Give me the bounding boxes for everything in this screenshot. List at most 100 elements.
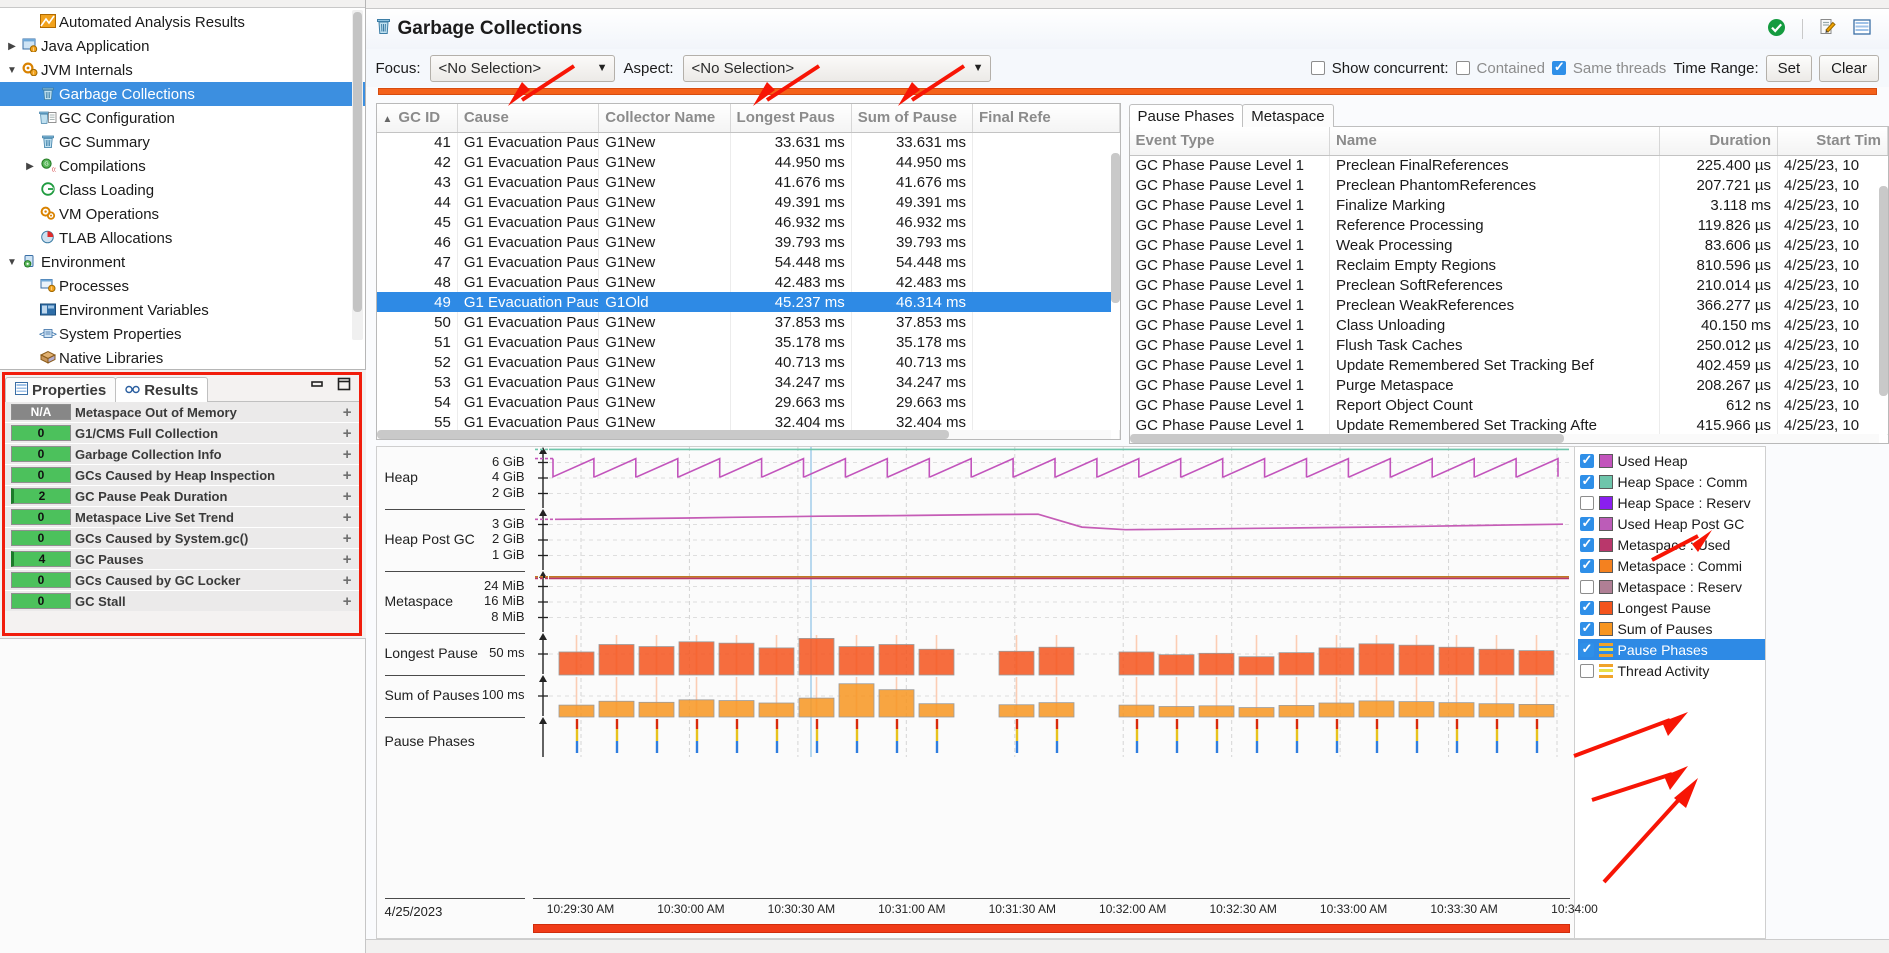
result-row[interactable]: 0 G1/CMS Full Collection + — [5, 423, 359, 443]
phase-table-row[interactable]: GC Phase Pause Level 1 Preclean PhantomRe… — [1129, 175, 1888, 195]
result-row[interactable]: N/A Metaspace Out of Memory + — [5, 402, 359, 422]
result-expand-button[interactable]: + — [343, 425, 352, 442]
sidebar-item-native-libraries[interactable]: ▶Native Libraries — [0, 346, 365, 369]
gc-table-row[interactable]: 46 G1 Evacuation Paus G1New 39.793 ms 39.793… — [376, 232, 1120, 252]
legend-checkbox[interactable] — [1579, 599, 1594, 615]
tab-properties[interactable]: Properties — [5, 377, 117, 402]
gc-column-header[interactable]: Cause — [457, 104, 600, 133]
result-expand-button[interactable]: + — [343, 551, 352, 568]
gc-table-header-row[interactable]: ▲ GC ID Cause Collector Name Longest Paus Sum… — [376, 104, 1120, 133]
gc-table-row[interactable]: 47 G1 Evacuation Paus G1New 54.448 ms 54.448… — [376, 252, 1120, 272]
legend-item-used-heap[interactable]: Used Heap — [1578, 450, 1765, 471]
phase-column-header[interactable]: Event Type — [1129, 127, 1330, 156]
sidebar-item-processes[interactable]: ▶iProcesses — [0, 274, 365, 298]
phase-table-row[interactable]: GC Phase Pause Level 1 Report Object Coun… — [1129, 395, 1888, 415]
gc-table-row[interactable]: 55 G1 Evacuation Paus G1New 32.404 ms 32.404… — [376, 412, 1120, 432]
tab-pause-phases[interactable]: Pause Phases — [1128, 104, 1244, 127]
phase-table-body[interactable]: GC Phase Pause Level 1 Preclean FinalRefe… — [1129, 155, 1888, 435]
result-row[interactable]: 0 GCs Caused by Heap Inspection + — [5, 465, 359, 485]
gc-column-header[interactable]: Longest Paus — [730, 104, 852, 133]
legend-item-metaspace-used[interactable]: Metaspace : Used — [1578, 534, 1765, 555]
sidebar-item-garbage-collections[interactable]: ▶Garbage Collections — [0, 82, 365, 106]
sidebar-item-system-properties[interactable]: ▶<>System Properties — [0, 322, 365, 346]
time-range-set-button[interactable]: Set — [1765, 54, 1813, 82]
maximize-icon[interactable] — [337, 377, 353, 391]
chart-range-selector[interactable] — [532, 924, 1570, 933]
phase-table-row[interactable]: GC Phase Pause Level 1 Weak Processing 83.… — [1129, 235, 1888, 255]
legend-checkbox[interactable] — [1579, 515, 1594, 531]
gc-table-row[interactable]: 53 G1 Evacuation Paus G1New 34.247 ms 34.247… — [376, 372, 1120, 392]
phase-table-row[interactable]: GC Phase Pause Level 1 Preclean SoftRefer… — [1129, 275, 1888, 295]
legend-item-metaspace-commi[interactable]: Metaspace : Commi — [1578, 555, 1765, 576]
legend-item-heap-space-reserv[interactable]: Heap Space : Reserv — [1578, 492, 1765, 513]
aspect-dropdown[interactable]: <No Selection> ▼ — [682, 54, 991, 82]
phase-table-row[interactable]: GC Phase Pause Level 1 Flush Task Caches 2… — [1129, 335, 1888, 355]
legend-item-used-heap-post-gc[interactable]: Used Heap Post GC — [1578, 513, 1765, 534]
result-row[interactable]: 0 GCs Caused by System.gc() + — [5, 528, 359, 548]
gc-table-row[interactable]: 49 G1 Evacuation Paus G1Old 45.237 ms 46.314… — [376, 292, 1120, 312]
table-layout-icon[interactable] — [1853, 19, 1871, 39]
gc-table-vertical-scrollbar[interactable] — [1110, 133, 1120, 430]
result-expand-button[interactable]: + — [343, 593, 352, 610]
contained-checkbox[interactable] — [1455, 61, 1470, 75]
twisty-collapsed-icon[interactable]: ▶ — [22, 161, 38, 172]
legend-checkbox[interactable] — [1579, 579, 1594, 594]
legend-item-sum-of-pauses[interactable]: Sum of Pauses — [1578, 618, 1765, 639]
sidebar-item-gc-summary[interactable]: ▶GC Summary — [0, 130, 365, 154]
focus-dropdown[interactable]: <No Selection> ▼ — [429, 54, 615, 82]
time-range-orange-bar[interactable] — [377, 88, 1877, 95]
phase-table-header-row[interactable]: Event Type Name Duration Start Tim — [1129, 127, 1888, 156]
result-expand-button[interactable]: + — [343, 572, 352, 589]
minimize-icon[interactable] — [309, 377, 325, 391]
gc-table-body[interactable]: 41 G1 Evacuation Paus G1New 33.631 ms 33.631… — [376, 132, 1120, 439]
outline-tree[interactable]: ▶Automated Analysis Results▶iJava Applic… — [0, 8, 365, 369]
result-expand-button[interactable]: + — [343, 467, 352, 484]
gc-column-header[interactable]: ▲ GC ID — [376, 104, 458, 133]
gc-table[interactable]: ▲ GC ID Cause Collector Name Longest Paus Sum… — [376, 104, 1120, 439]
legend-checkbox[interactable] — [1579, 452, 1594, 468]
chart-legend[interactable]: Used Heap Heap Space : Comm Heap Space : R… — [1573, 446, 1766, 939]
result-expand-button[interactable]: + — [343, 404, 352, 421]
legend-item-metaspace-reserv[interactable]: Metaspace : Reserv — [1578, 576, 1765, 597]
result-row[interactable]: 4 GC Pauses + — [5, 549, 359, 569]
result-expand-button[interactable]: + — [343, 488, 352, 505]
phase-table-vertical-scrollbar[interactable] — [1879, 156, 1888, 434]
result-expand-button[interactable]: + — [343, 530, 352, 547]
tree-vertical-scrollbar[interactable] — [351, 10, 363, 340]
legend-checkbox[interactable] — [1579, 641, 1594, 657]
phase-table-row[interactable]: GC Phase Pause Level 1 Purge Metaspace 208… — [1129, 375, 1888, 395]
gc-table-row[interactable]: 45 G1 Evacuation Paus G1New 46.932 ms 46.932… — [376, 212, 1120, 232]
sidebar-item-vm-operations[interactable]: ▶VM Operations — [0, 202, 365, 226]
phase-table-row[interactable]: GC Phase Pause Level 1 Preclean WeakRefer… — [1129, 295, 1888, 315]
gc-column-header[interactable]: Collector Name — [598, 104, 731, 133]
phase-table-row[interactable]: GC Phase Pause Level 1 Reference Processi… — [1129, 215, 1888, 235]
legend-checkbox[interactable] — [1579, 473, 1594, 489]
phase-table-row[interactable]: GC Phase Pause Level 1 Class Unloading 40.… — [1129, 315, 1888, 335]
legend-item-thread-activity[interactable]: Thread Activity — [1578, 660, 1765, 681]
sidebar-item-environment[interactable]: ▼ Environment — [0, 250, 365, 274]
phase-column-header[interactable]: Name — [1329, 127, 1660, 156]
result-row[interactable]: 0 Metaspace Live Set Trend + — [5, 507, 359, 527]
legend-checkbox[interactable] — [1579, 495, 1594, 510]
edit-page-icon[interactable] — [1819, 18, 1837, 40]
chart-canvas[interactable]: Heap 6 GiB 4 GiB 2 GiB Heap Post GC 3 GiB 2 Gi… — [375, 446, 1598, 939]
phase-table-row[interactable]: GC Phase Pause Level 1 Update Remembered … — [1129, 415, 1888, 435]
time-range-clear-button[interactable]: Clear — [1819, 54, 1879, 82]
sidebar-item-tlab-allocations[interactable]: ▶TLAB Allocations — [0, 226, 365, 250]
result-expand-button[interactable]: + — [343, 509, 352, 526]
gc-table-row[interactable]: 44 G1 Evacuation Paus G1New 49.391 ms 49.391… — [376, 192, 1120, 212]
result-row[interactable]: 0 GCs Caused by GC Locker + — [5, 570, 359, 590]
show-concurrent-checkbox[interactable] — [1310, 61, 1325, 75]
legend-checkbox[interactable] — [1579, 663, 1594, 678]
tab-results[interactable]: Results — [115, 377, 209, 402]
sidebar-item-environment-variables[interactable]: ▶Environment Variables — [0, 298, 365, 322]
gc-table-row[interactable]: 41 G1 Evacuation Paus G1New 33.631 ms 33.631… — [376, 132, 1120, 152]
legend-checkbox[interactable] — [1579, 557, 1594, 573]
legend-checkbox[interactable] — [1579, 620, 1594, 636]
twisty-expanded-icon[interactable]: ▼ — [4, 65, 20, 76]
result-expand-button[interactable]: + — [343, 446, 352, 463]
result-row[interactable]: 0 GC Stall + — [5, 591, 359, 611]
gc-table-row[interactable]: 54 G1 Evacuation Paus G1New 29.663 ms 29.663… — [376, 392, 1120, 412]
gc-table-row[interactable]: 42 G1 Evacuation Paus G1New 44.950 ms 44.950… — [376, 152, 1120, 172]
result-row[interactable]: 0 Garbage Collection Info + — [5, 444, 359, 464]
